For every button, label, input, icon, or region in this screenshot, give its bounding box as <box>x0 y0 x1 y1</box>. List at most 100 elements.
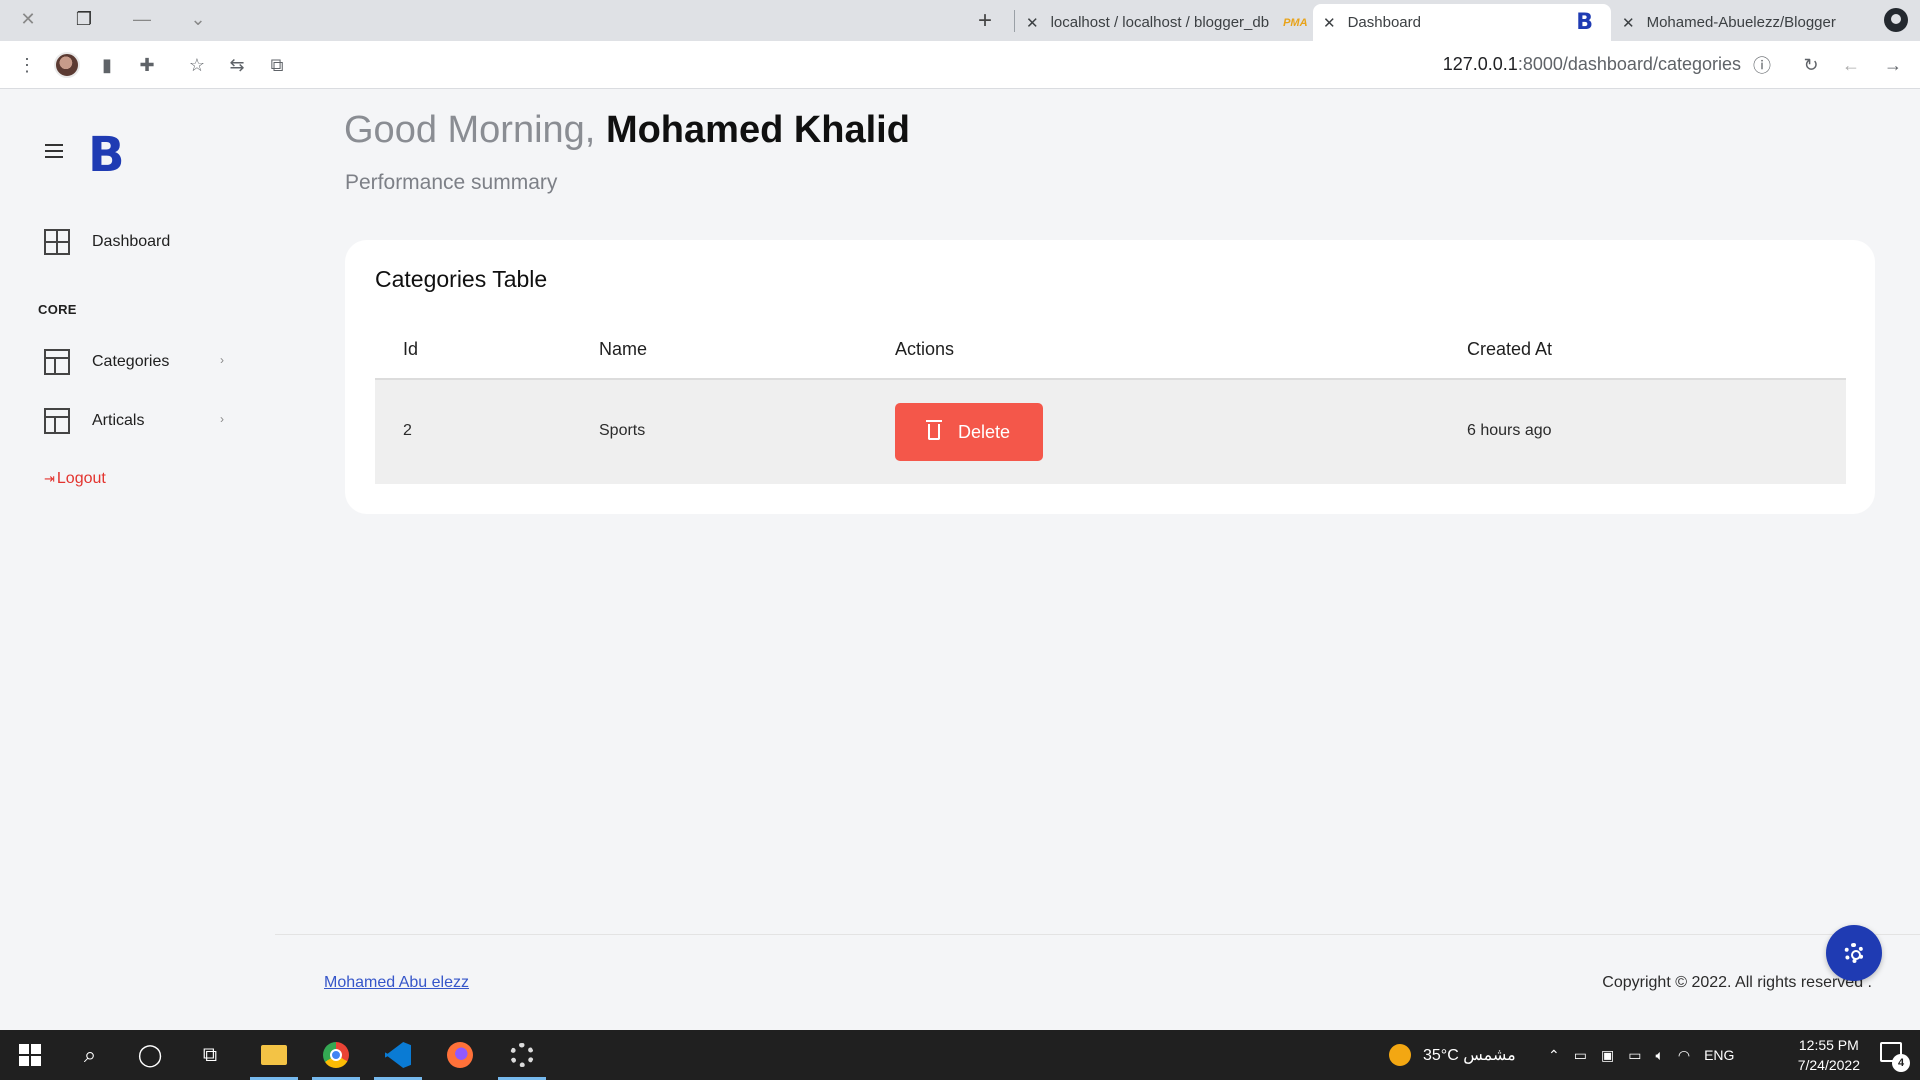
translate-icon[interactable]: ⧉ <box>262 50 292 80</box>
layout-icon <box>44 408 70 434</box>
reload-icon[interactable]: ↻ <box>1796 50 1826 80</box>
hamburger-menu-icon[interactable] <box>45 144 63 162</box>
close-window-icon[interactable]: ✕ <box>0 0 56 38</box>
back-arrow-icon[interactable]: ← <box>1836 50 1866 80</box>
kebab-menu-icon[interactable]: ⋮ <box>12 50 42 80</box>
logout-icon: ⇥ <box>44 471 55 486</box>
user-name: Mohamed Khalid <box>605 109 910 151</box>
phpmyadmin-icon: PMA <box>1283 16 1308 29</box>
settings-app-icon[interactable] <box>496 1030 548 1080</box>
gear-icon <box>1844 943 1864 963</box>
table-row: 2 Sports Delete 6 hours ago <box>375 380 1846 484</box>
windows-logo-icon <box>19 1044 41 1066</box>
start-button[interactable] <box>4 1030 56 1080</box>
sidebar-item-label: Categories <box>92 353 170 370</box>
clock-date: 7/24/2022 <box>1797 1057 1860 1073</box>
address-bar[interactable]: 127.0.0.1:8000/dashboard/categories <box>1443 54 1741 75</box>
forward-arrow-icon[interactable]: → <box>1878 50 1908 80</box>
delete-button[interactable]: Delete <box>895 403 1043 461</box>
task-view-icon[interactable]: ⧉ <box>184 1030 236 1080</box>
sidebar-section-label: CORE <box>38 302 77 317</box>
chrome-icon[interactable] <box>310 1030 362 1080</box>
close-tab-icon[interactable]: ✕ <box>1622 14 1635 32</box>
system-tray: ⌃ ▭ ▣ ▭ 🔈︎ ◠ ENG <box>1548 1030 1734 1080</box>
sidebar-item-categories[interactable]: Categories <box>44 349 169 375</box>
tab-title: Dashboard <box>1347 14 1421 31</box>
share-icon[interactable]: ⇆ <box>222 50 252 80</box>
tab-separator <box>1014 10 1015 32</box>
brand-logo[interactable]: B <box>88 127 125 183</box>
github-icon <box>1884 8 1908 32</box>
card-title: Categories Table <box>375 266 548 292</box>
search-icon[interactable]: ⌕ <box>64 1030 116 1080</box>
page-title: Good Morning, Mohamed Khalid <box>344 109 910 152</box>
file-explorer-icon[interactable] <box>248 1030 300 1080</box>
logout-link[interactable]: ⇥ Logout <box>44 470 106 488</box>
sidebar-item-label: Articals <box>92 412 145 429</box>
language-indicator[interactable]: ENG <box>1704 1047 1734 1063</box>
profile-avatar[interactable] <box>52 50 82 80</box>
column-header-actions: Actions <box>895 339 955 359</box>
weather-widget[interactable]: 35°C مشمس <box>1389 1030 1516 1080</box>
sidebar-item-articals[interactable]: Articals <box>44 408 144 434</box>
extensions-puzzle-icon[interactable]: ✚ <box>132 50 162 80</box>
column-header-name: Name <box>599 339 648 359</box>
taskbar: ⌕ ◯ ⧉ 35°C مشمس ⌃ ▭ ▣ ▭ 🔈︎ ◠ ENG 12:55 P… <box>0 1030 1920 1080</box>
tab-dashboard[interactable]: ✕ Dashboard B <box>1313 4 1611 41</box>
tab-github[interactable]: ✕ Mohamed-Abuelezz/Blogger <box>1612 4 1872 41</box>
tab-title: Mohamed-Abuelezz/Blogger <box>1646 14 1836 31</box>
b-logo-icon: B <box>1576 10 1593 35</box>
page-subtitle: Performance summary <box>345 171 558 194</box>
bookmark-star-icon[interactable]: ☆ <box>182 50 212 80</box>
network-monitor-icon[interactable]: ▣ <box>1601 1047 1614 1064</box>
layout-icon <box>44 349 70 375</box>
new-tab-button[interactable]: + <box>968 6 1002 36</box>
minimize-window-icon[interactable]: — <box>114 0 170 38</box>
close-tab-icon[interactable]: ✕ <box>1323 14 1336 32</box>
cell-created-at: 6 hours ago <box>1467 422 1552 439</box>
side-panel-icon[interactable]: ▮ <box>92 50 122 80</box>
copyright-text: Copyright © 2022. All rights reserved . <box>1602 974 1872 991</box>
battery-icon[interactable]: ▭ <box>1628 1047 1641 1064</box>
clock-time: 12:55 PM <box>1798 1037 1859 1053</box>
logout-label: Logout <box>56 470 106 487</box>
delete-label: Delete <box>957 421 1011 442</box>
notification-count-badge: 4 <box>1892 1054 1910 1072</box>
cell-id: 2 <box>403 422 412 439</box>
author-link[interactable]: Mohamed Abu elezz <box>324 974 469 992</box>
cortana-icon[interactable]: ◯ <box>124 1030 176 1080</box>
site-info-icon[interactable]: ⓘ <box>1747 50 1777 80</box>
grid-icon <box>44 229 70 255</box>
meet-icon[interactable]: ▭ <box>1574 1047 1587 1064</box>
greeting-text: Good Morning, <box>344 109 596 151</box>
sidebar-item-label: Dashboard <box>92 233 171 250</box>
restore-window-icon[interactable]: ❐ <box>56 0 112 38</box>
avatar <box>54 52 80 78</box>
firefox-icon[interactable] <box>434 1030 486 1080</box>
categories-card: Categories Table Id Name Actions Created… <box>345 240 1875 514</box>
vscode-icon[interactable] <box>372 1030 424 1080</box>
trash-icon <box>925 420 942 440</box>
volume-icon[interactable]: 🔈︎ <box>1655 1047 1663 1064</box>
sidebar-item-dashboard[interactable]: Dashboard <box>44 229 170 255</box>
column-header-id: Id <box>403 339 419 359</box>
settings-fab[interactable] <box>1826 925 1882 981</box>
column-header-created-at: Created At <box>1467 339 1553 359</box>
browser-tab-bar: ✕ ❐ — ⌄ + ✕ localhost / localhost / blog… <box>0 0 1920 41</box>
weather-text: 35°C مشمس <box>1423 1047 1516 1064</box>
sun-icon <box>1389 1044 1411 1066</box>
cell-name: Sports <box>599 422 646 439</box>
tab-search-chevron-icon[interactable]: ⌄ <box>170 0 226 38</box>
wifi-icon[interactable]: ◠ <box>1678 1047 1690 1064</box>
chevron-right-icon: › <box>220 412 224 426</box>
url-host: 127.0.0.1 <box>1442 54 1518 74</box>
footer-divider <box>275 934 1920 935</box>
close-tab-icon[interactable]: ✕ <box>1026 14 1039 32</box>
tab-title: localhost / localhost / blogger_db <box>1050 14 1270 31</box>
clock[interactable]: 12:55 PM 7/24/2022 <box>1798 1035 1860 1075</box>
url-path: :8000/dashboard/categories <box>1517 54 1741 74</box>
browser-toolbar: ⋮ ▮ ✚ ☆ ⇆ ⧉ 127.0.0.1:8000/dashboard/cat… <box>0 41 1920 89</box>
tab-phpmyadmin[interactable]: ✕ localhost / localhost / blogger_db PMA <box>1016 4 1312 41</box>
chevron-up-icon[interactable]: ⌃ <box>1548 1047 1560 1064</box>
chevron-right-icon: › <box>220 353 224 367</box>
